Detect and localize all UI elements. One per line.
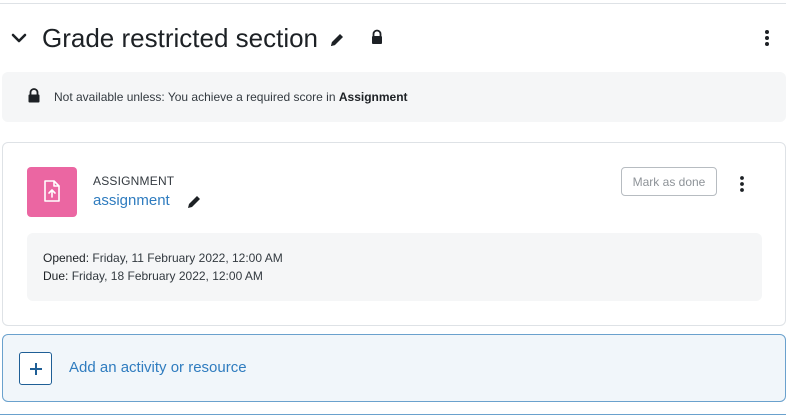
- activity-type-label: ASSIGNMENT: [93, 174, 175, 188]
- add-activity-label: Add an activity or resource: [69, 359, 247, 376]
- mark-as-done-button[interactable]: Mark as done: [621, 167, 717, 196]
- activity-name-link[interactable]: assignment: [93, 192, 170, 210]
- assignment-upload-icon: [27, 167, 77, 217]
- lock-icon: [27, 88, 41, 103]
- top-divider: [0, 3, 786, 4]
- add-activity-button[interactable]: Add an activity or resource: [2, 334, 786, 402]
- chevron-down-icon[interactable]: [9, 28, 29, 48]
- availability-prefix: Not available unless: You achieve a requ…: [54, 90, 339, 104]
- due-value: Friday, 18 February 2022, 12:00 AM: [68, 269, 263, 283]
- availability-info: Not available unless: You achieve a requ…: [2, 72, 786, 122]
- kebab-menu-icon[interactable]: [757, 28, 777, 48]
- opened-date: Opened: Friday, 11 February 2022, 12:00 …: [43, 250, 283, 266]
- pencil-icon[interactable]: [186, 194, 202, 210]
- opened-value: Friday, 11 February 2022, 12:00 AM: [89, 251, 283, 265]
- section-title: Grade restricted section: [42, 23, 319, 53]
- activity-dates: Opened: Friday, 11 February 2022, 12:00 …: [27, 233, 762, 301]
- section-header: Grade restricted section: [0, 18, 786, 60]
- due-date: Due: Friday, 18 February 2022, 12:00 AM: [43, 268, 263, 284]
- pencil-icon[interactable]: [328, 31, 346, 49]
- due-label: Due:: [43, 269, 69, 283]
- activity-card: ASSIGNMENT assignment Mark as done Opene…: [2, 142, 786, 326]
- bottom-divider: [0, 414, 786, 415]
- kebab-menu-icon[interactable]: [733, 174, 751, 194]
- opened-label: Opened:: [43, 251, 90, 265]
- lock-icon: [369, 29, 385, 45]
- availability-target: Assignment: [338, 90, 408, 104]
- plus-icon: [19, 352, 52, 385]
- availability-text: Not available unless: You achieve a requ…: [54, 89, 408, 105]
